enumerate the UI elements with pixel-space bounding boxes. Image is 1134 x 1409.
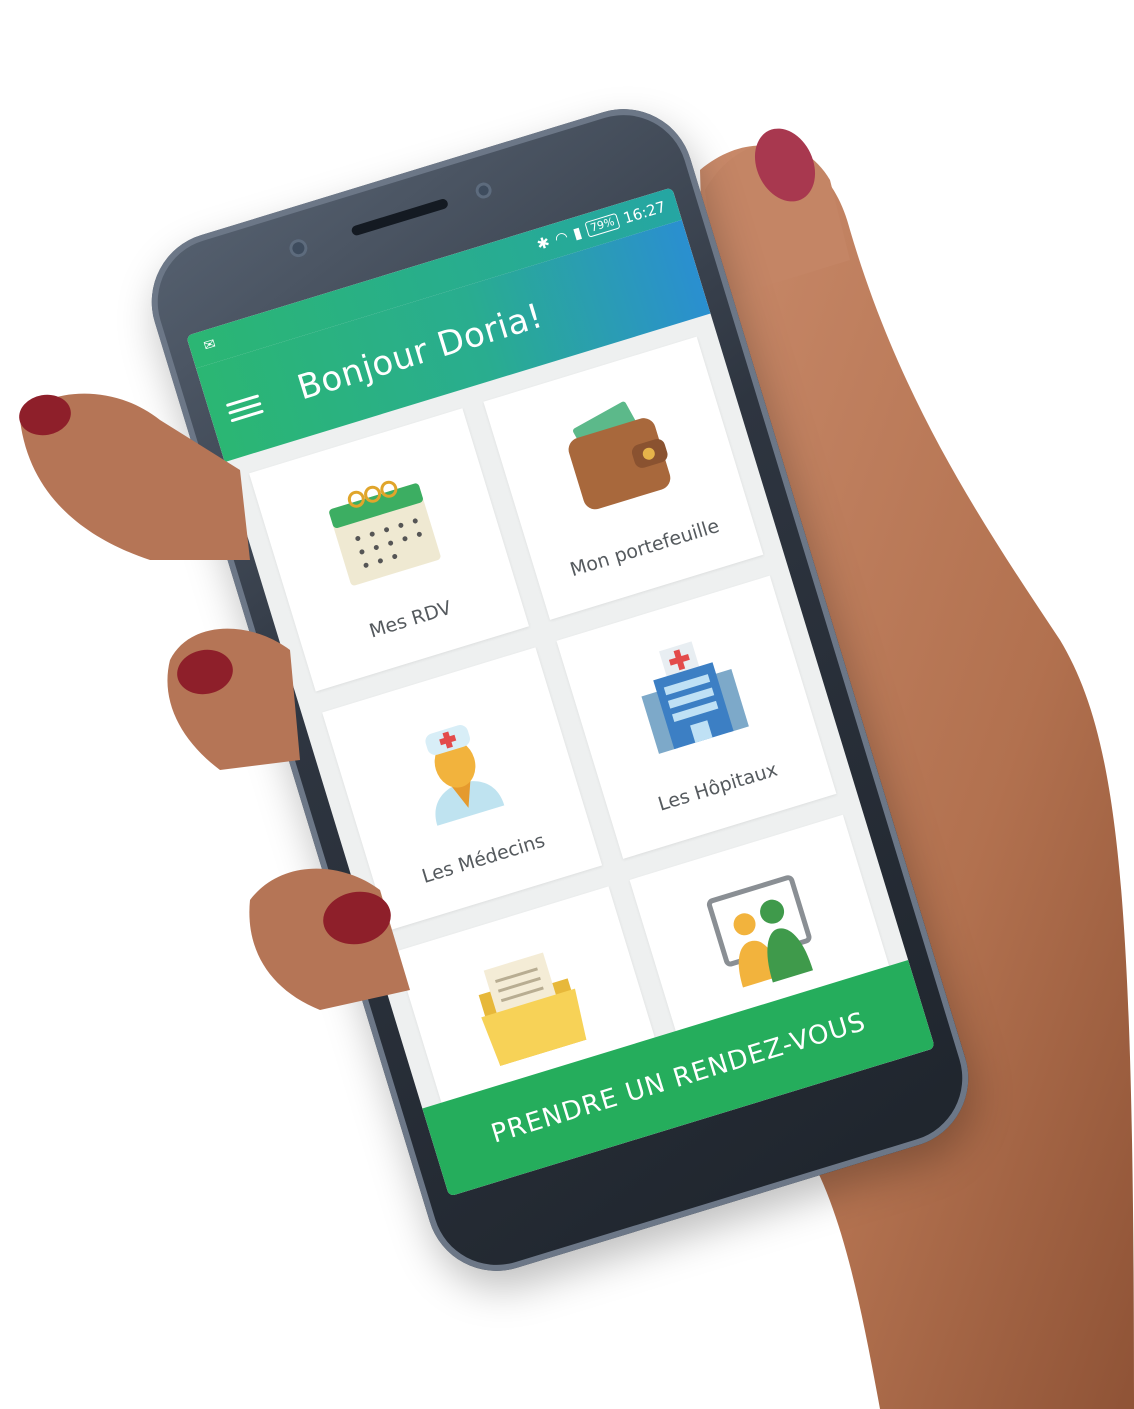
- tile-mon-portefeuille[interactable]: Mon portefeuille: [483, 336, 764, 620]
- earpiece-speaker: [350, 197, 450, 237]
- folder-icon: [478, 952, 586, 1067]
- tile-mes-rdv[interactable]: Mes RDV: [249, 408, 530, 692]
- tile-label: Les Médecins: [419, 829, 548, 888]
- doctor-icon: [424, 725, 504, 826]
- bluetooth-icon: ✱: [534, 232, 552, 254]
- hospital-icon: [640, 641, 749, 754]
- battery-indicator: 79%: [584, 212, 621, 238]
- signal-icon: ▮: [570, 223, 584, 243]
- sensor: [473, 180, 494, 201]
- invite-friend-icon: [706, 875, 813, 988]
- tile-les-medecins[interactable]: Les Médecins: [322, 647, 603, 931]
- hamburger-menu-icon[interactable]: [224, 389, 264, 424]
- tile-label: Mon portefeuille: [567, 514, 722, 582]
- status-time: 16:27: [621, 197, 668, 228]
- wallet-icon: [568, 401, 670, 510]
- front-camera: [287, 236, 310, 260]
- tile-les-hopitaux[interactable]: Les Hôpitaux: [556, 575, 837, 859]
- mail-icon: ✉: [201, 335, 218, 355]
- wifi-icon: ◠: [552, 227, 571, 249]
- calendar-icon: [328, 480, 441, 586]
- tile-label: Mes RDV: [366, 596, 455, 643]
- tile-label: Les Hôpitaux: [655, 758, 781, 816]
